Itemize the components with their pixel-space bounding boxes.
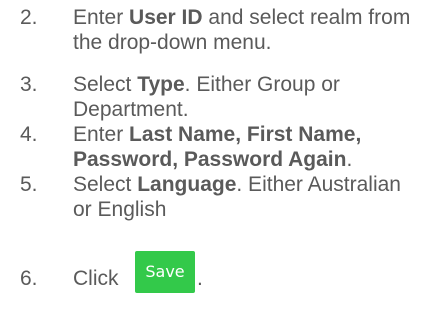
user-id-label: User ID — [129, 6, 203, 29]
step-text: Select Language. Either Australian or En… — [73, 173, 401, 221]
type-label: Type — [137, 73, 185, 96]
step-number: 6. — [20, 267, 38, 290]
step-number: 2. — [20, 6, 38, 29]
step-text: Click — [73, 267, 119, 290]
save-button[interactable]: Save — [135, 251, 195, 293]
step-text: Select Type. Either Group or Department. — [73, 73, 340, 121]
step-number: 3. — [20, 73, 38, 96]
language-label: Language — [137, 173, 237, 196]
step-text: Enter Last Name, First Name, Password, P… — [73, 123, 362, 171]
step-period: . — [197, 267, 203, 290]
step-number: 4. — [20, 123, 38, 146]
step-number: 5. — [20, 173, 38, 196]
step-text: Enter User ID and select realm from the … — [73, 6, 411, 54]
